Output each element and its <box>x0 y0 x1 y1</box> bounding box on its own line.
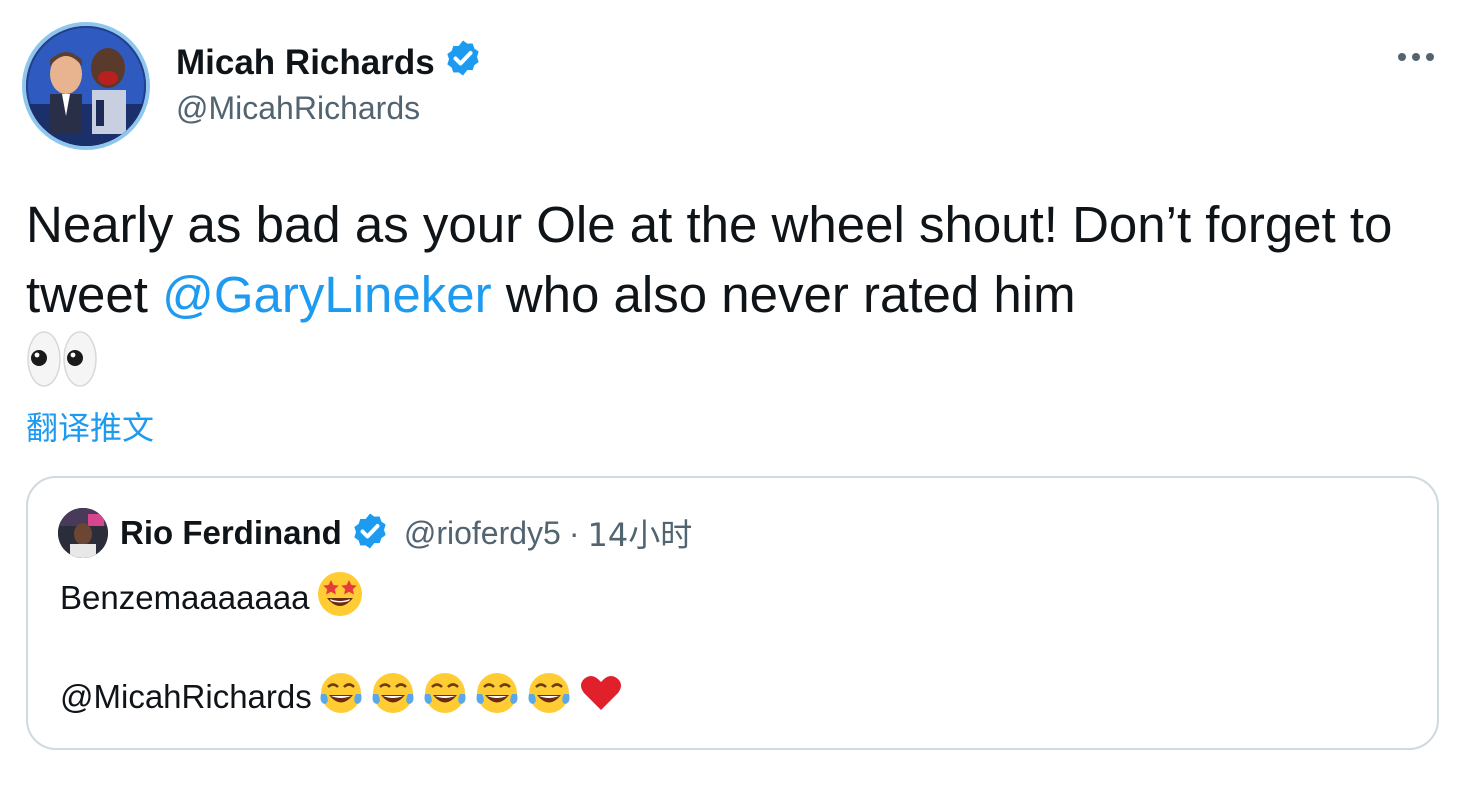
translate-tweet-link[interactable]: 翻译推文 <box>26 403 154 449</box>
quoted-avatar-image <box>58 508 108 558</box>
quoted-timestamp[interactable]: 14小时 <box>587 510 692 556</box>
author-avatar[interactable] <box>22 22 150 150</box>
quoted-text-line-1: Benzemaaaaaaa <box>60 570 364 626</box>
tears-of-joy-emoji <box>474 670 520 724</box>
avatar-cartoon-image <box>26 26 146 146</box>
quoted-author-avatar[interactable] <box>58 508 108 558</box>
quoted-text-benzema: Benzemaaaaaaa <box>60 579 310 616</box>
eyes-emoji <box>26 330 98 388</box>
tweet-text: Nearly as bad as your Ole at the wheel s… <box>26 190 1456 330</box>
quoted-author-name[interactable]: Rio Ferdinand <box>120 514 342 552</box>
tears-of-joy-emoji <box>526 670 572 724</box>
quoted-author-handle[interactable]: @rioferdy5 <box>404 515 561 552</box>
tears-of-joy-emoji <box>318 670 364 724</box>
more-options-icon[interactable] <box>1393 40 1439 74</box>
quoted-tweet-card[interactable]: Rio Ferdinand @rioferdy5 · 14小时 Benzemaa… <box>26 476 1439 750</box>
verified-badge-icon <box>350 511 390 556</box>
quoted-header: Rio Ferdinand @rioferdy5 · 14小时 <box>120 510 692 556</box>
red-heart-emoji <box>578 670 624 724</box>
verified-badge-icon <box>443 38 483 87</box>
tears-of-joy-emoji <box>370 670 416 724</box>
star-struck-emoji <box>316 570 364 626</box>
mention-link[interactable]: @GaryLineker <box>162 266 492 323</box>
header-separator: · <box>568 514 580 551</box>
quoted-mention[interactable]: @MicahRichards <box>60 678 312 716</box>
author-handle[interactable]: @MicahRichards <box>176 90 420 127</box>
author-name[interactable]: Micah Richards <box>176 43 435 83</box>
tweet-text-after: who also never rated him <box>491 266 1076 323</box>
author-name-row[interactable]: Micah Richards <box>176 38 483 87</box>
tears-of-joy-emoji <box>422 670 468 724</box>
quoted-text-line-2: @MicahRichards <box>60 670 624 724</box>
